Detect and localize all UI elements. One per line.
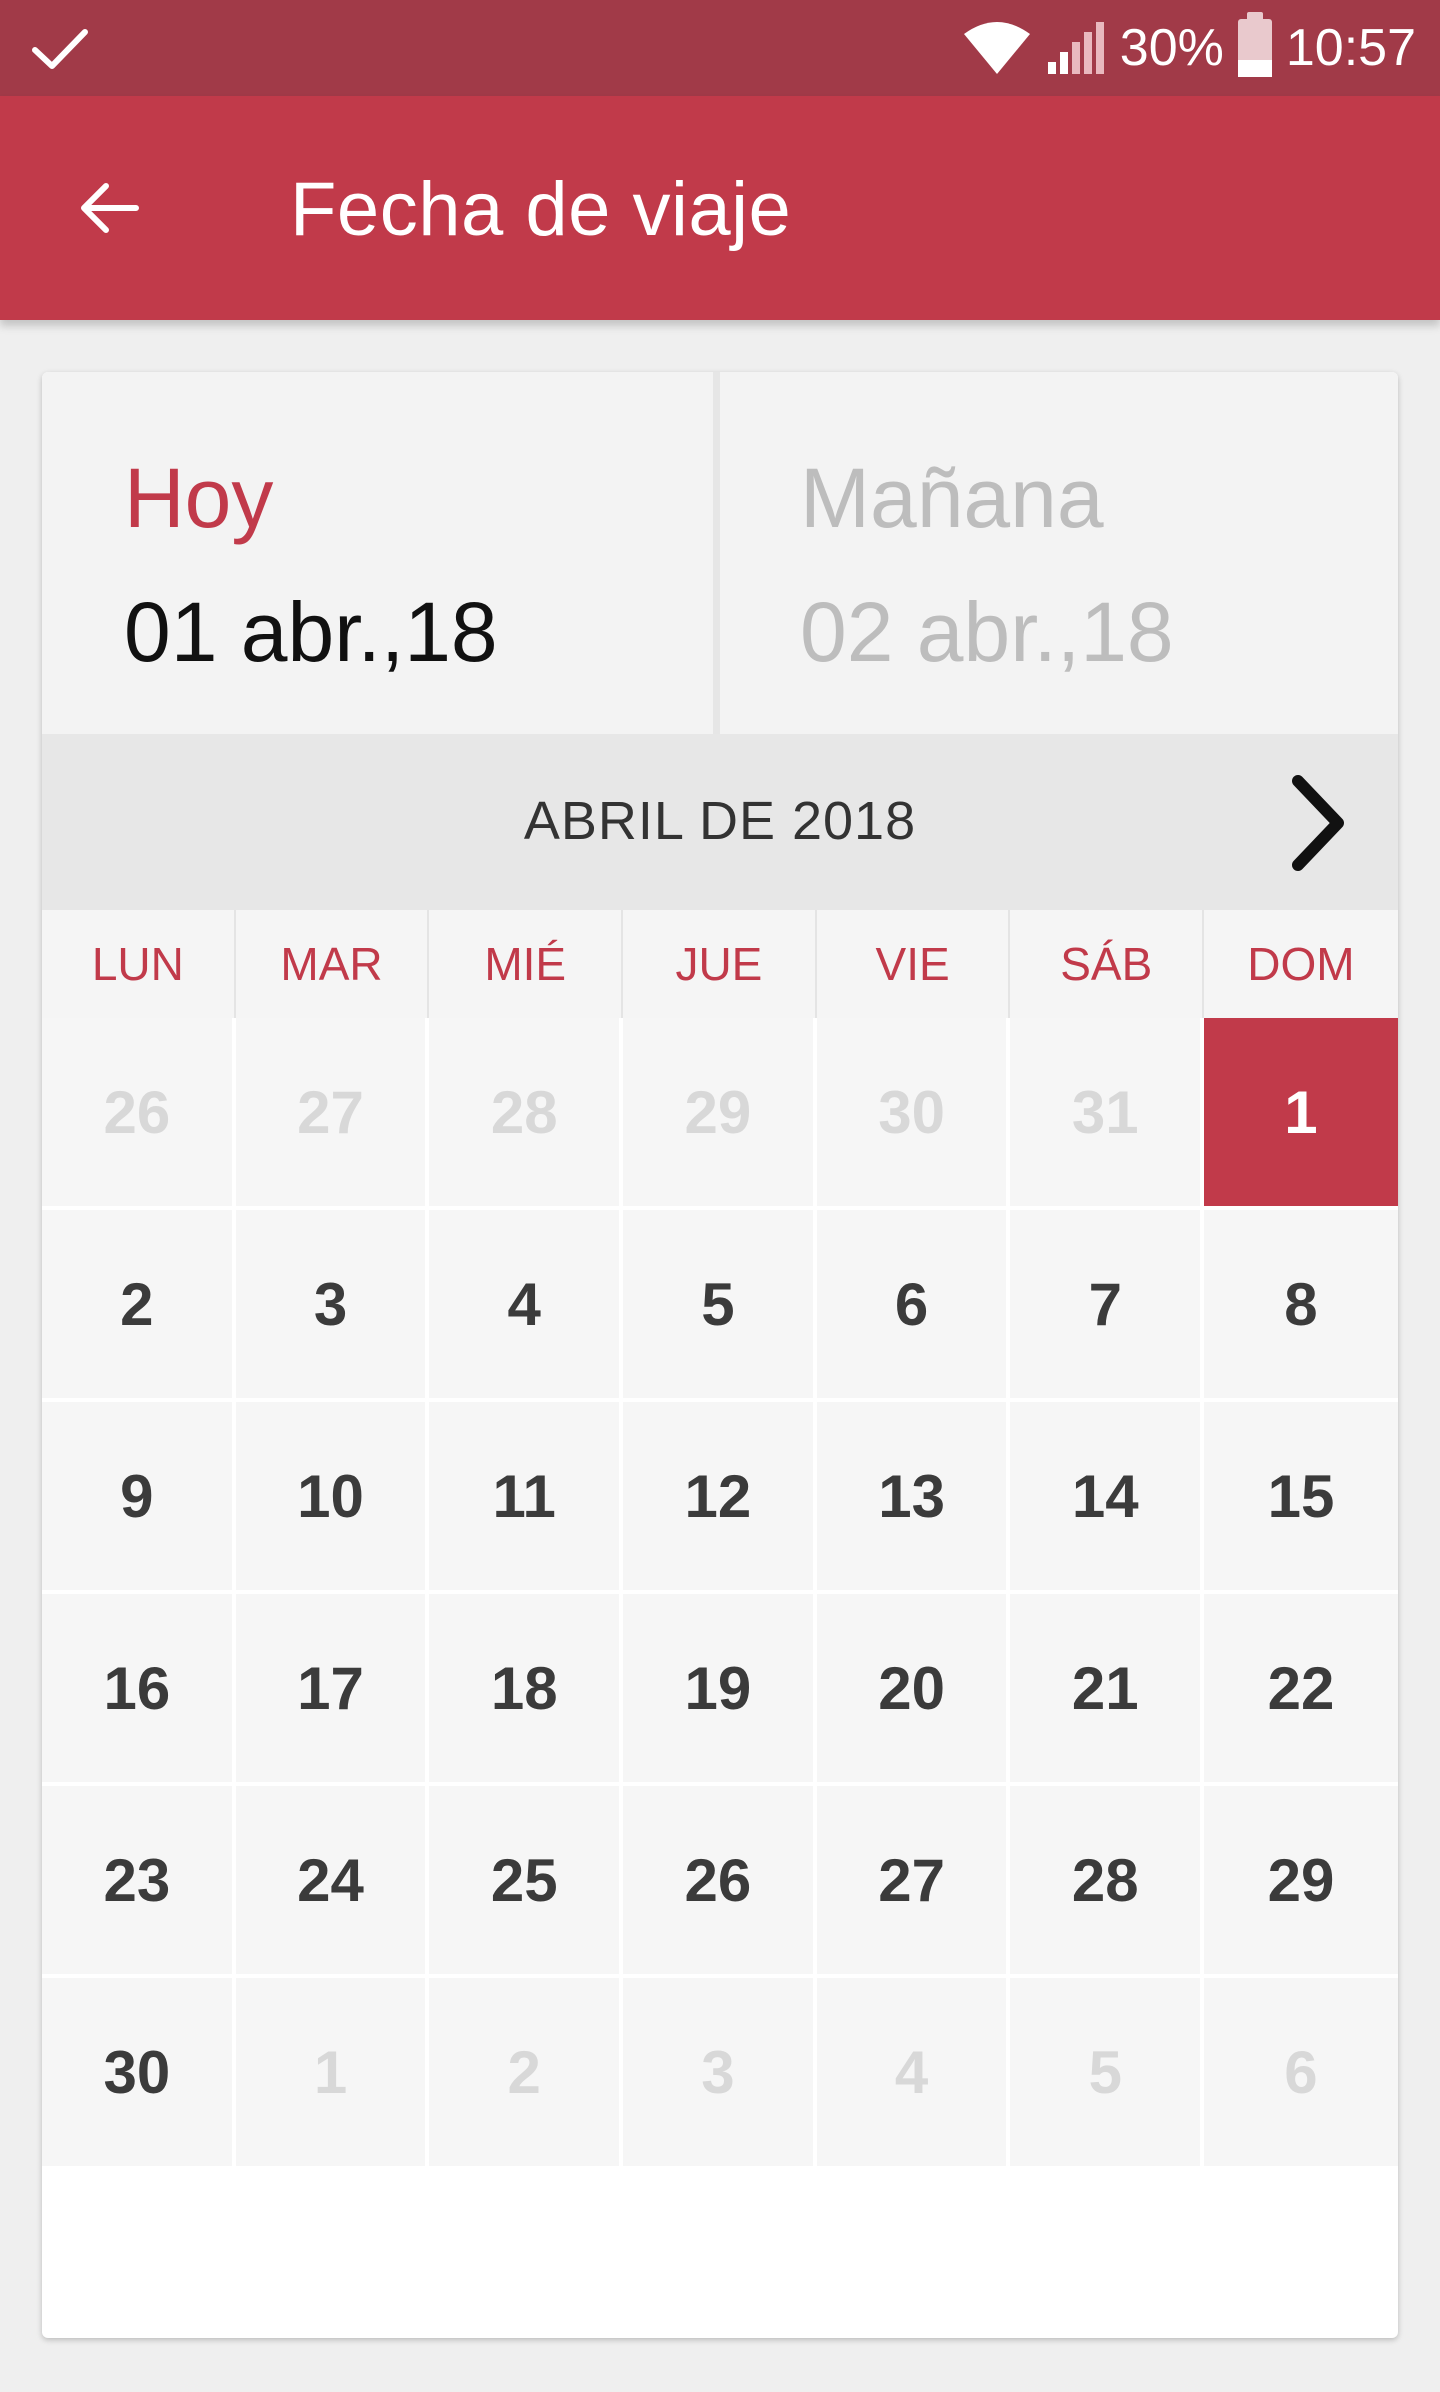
calendar-day[interactable]: 9 bbox=[42, 1402, 236, 1594]
weekday-label: JUE bbox=[623, 910, 817, 1018]
tab-tomorrow[interactable]: Mañana 02 abr.,18 bbox=[720, 372, 1398, 734]
calendar-day[interactable]: 15 bbox=[1204, 1402, 1398, 1594]
calendar-day[interactable]: 12 bbox=[623, 1402, 817, 1594]
status-icons: 30% 10:57 bbox=[962, 0, 1416, 96]
weekday-label: DOM bbox=[1247, 938, 1355, 990]
calendar-day-outside: 30 bbox=[816, 1018, 1011, 1210]
calendar-day-selected[interactable]: 1 bbox=[1204, 1018, 1398, 1210]
calendar-day[interactable]: 21 bbox=[1010, 1594, 1205, 1786]
calendar-week: 16 17 18 19 20 21 22 bbox=[42, 1594, 1398, 1786]
calendar-day-outside: 6 bbox=[1204, 1978, 1398, 2170]
calendar-day[interactable]: 29 bbox=[1204, 1786, 1398, 1978]
weekday-header: LUN MAR MIÉ JUE VIE SÁB DOM bbox=[42, 910, 1398, 1018]
weekday-label: MIÉ bbox=[429, 910, 624, 1018]
calendar-day[interactable]: 24 bbox=[235, 1786, 430, 1978]
chevron-right-icon bbox=[1292, 775, 1344, 871]
calendar-day[interactable]: 14 bbox=[1010, 1402, 1205, 1594]
next-month-button[interactable] bbox=[1268, 768, 1368, 878]
calendar-day[interactable]: 5 bbox=[623, 1210, 817, 1402]
calendar-day[interactable]: 3 bbox=[235, 1210, 430, 1402]
date-picker-card: Hoy 01 abr.,18 Mañana 02 abr.,18 ABRIL D… bbox=[42, 372, 1398, 2338]
status-time: 10:57 bbox=[1285, 19, 1416, 77]
calendar-day[interactable]: 4 bbox=[429, 1210, 624, 1402]
calendar-day[interactable]: 2 bbox=[42, 1210, 236, 1402]
status-bar: 30% 10:57 bbox=[0, 0, 1440, 96]
calendar-day[interactable]: 22 bbox=[1204, 1594, 1398, 1786]
calendar-day[interactable]: 18 bbox=[429, 1594, 624, 1786]
calendar-day-outside: 5 bbox=[1010, 1978, 1205, 2170]
calendar-day[interactable]: 6 bbox=[816, 1210, 1011, 1402]
calendar-day[interactable]: 30 bbox=[42, 1978, 236, 2170]
calendar-day[interactable]: 28 bbox=[1010, 1786, 1205, 1978]
weekday-label: LUN bbox=[42, 910, 236, 1018]
calendar-day[interactable]: 20 bbox=[816, 1594, 1011, 1786]
back-button[interactable] bbox=[60, 158, 160, 258]
calendar-week: 30 1 2 3 4 5 6 bbox=[42, 1978, 1398, 2170]
check-icon bbox=[32, 29, 88, 69]
calendar-day[interactable]: 27 bbox=[816, 1786, 1011, 1978]
calendar-day[interactable]: 11 bbox=[429, 1402, 624, 1594]
calendar-week: 26 27 28 29 30 31 1 bbox=[42, 1018, 1398, 1210]
calendar-day-outside: 3 bbox=[623, 1978, 817, 2170]
tab-today-label: Hoy bbox=[124, 451, 274, 545]
arrow-left-icon bbox=[81, 183, 139, 233]
calendar-week: 9 10 11 12 13 14 15 bbox=[42, 1402, 1398, 1594]
calendar-day[interactable]: 16 bbox=[42, 1594, 236, 1786]
month-title: ABRIL DE 2018 bbox=[523, 791, 917, 851]
calendar-week: 2 3 4 5 6 7 8 bbox=[42, 1210, 1398, 1402]
calendar-day-outside: 27 bbox=[235, 1018, 430, 1210]
calendar-day-outside: 1 bbox=[235, 1978, 430, 2170]
weekday-label: SÁB bbox=[1010, 910, 1205, 1018]
calendar-day-outside: 29 bbox=[623, 1018, 817, 1210]
calendar-day-outside: 28 bbox=[429, 1018, 624, 1210]
calendar-day-outside: 31 bbox=[1010, 1018, 1205, 1210]
date-tabs: Hoy 01 abr.,18 Mañana 02 abr.,18 bbox=[42, 372, 1398, 734]
calendar-day-outside: 2 bbox=[429, 1978, 624, 2170]
calendar-week: 23 24 25 26 27 28 29 bbox=[42, 1786, 1398, 1978]
signal-icon bbox=[1047, 22, 1104, 74]
calendar-day[interactable]: 26 bbox=[623, 1786, 817, 1978]
battery-percent: 30% bbox=[1119, 19, 1224, 77]
calendar-day[interactable]: 23 bbox=[42, 1786, 236, 1978]
calendar-day[interactable]: 17 bbox=[235, 1594, 430, 1786]
calendar-day-outside: 26 bbox=[42, 1018, 236, 1210]
page-title: Fecha de viaje bbox=[290, 167, 792, 252]
battery-icon bbox=[1237, 12, 1272, 77]
tab-today[interactable]: Hoy 01 abr.,18 bbox=[42, 372, 720, 734]
calendar-day[interactable]: 25 bbox=[429, 1786, 624, 1978]
calendar-day[interactable]: 19 bbox=[623, 1594, 817, 1786]
calendar-day-outside: 4 bbox=[816, 1978, 1011, 2170]
tab-today-date: 01 abr.,18 bbox=[124, 585, 498, 679]
calendar-day[interactable]: 13 bbox=[816, 1402, 1011, 1594]
calendar-day[interactable]: 8 bbox=[1204, 1210, 1398, 1402]
calendar-day[interactable]: 7 bbox=[1010, 1210, 1205, 1402]
weekday-label: MAR bbox=[236, 910, 430, 1018]
app-bar: Fecha de viaje bbox=[0, 96, 1440, 320]
weekday-label: VIE bbox=[817, 910, 1011, 1018]
wifi-icon bbox=[963, 22, 1030, 74]
month-header: ABRIL DE 2018 bbox=[42, 734, 1398, 910]
calendar-grid: 26 27 28 29 30 31 1 2 3 4 5 6 7 8 9 10 1… bbox=[42, 1018, 1398, 2170]
tab-tomorrow-label: Mañana bbox=[800, 451, 1104, 545]
calendar-day[interactable]: 10 bbox=[235, 1402, 430, 1594]
tab-tomorrow-date: 02 abr.,18 bbox=[800, 585, 1174, 679]
